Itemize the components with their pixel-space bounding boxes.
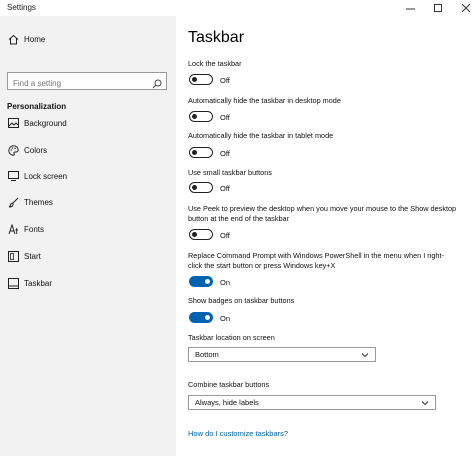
toggle-knob — [192, 184, 197, 190]
toggle-knob — [205, 278, 210, 284]
setting-label: Automatically hide the taskbar in deskto… — [188, 96, 341, 105]
sidebar-item-label: Taskbar — [24, 278, 53, 288]
maximize-icon — [434, 4, 442, 12]
sidebar-item-label: Colors — [24, 145, 48, 155]
sidebar-item-label: Home — [24, 34, 46, 44]
toggle-knob — [192, 231, 197, 237]
toggle-state-text: On — [220, 278, 231, 287]
peek-toggle[interactable] — [189, 229, 213, 240]
chevron-down-icon — [361, 353, 369, 358]
setting-label: Automatically hide the taskbar in tablet… — [188, 131, 334, 140]
font-icon — [6, 222, 20, 236]
toggle-state-text: Off — [220, 231, 230, 240]
setting-label: Use Peek to preview the desktop when you… — [188, 204, 457, 223]
lock-screen-icon — [6, 169, 20, 183]
help-link[interactable]: How do I customize taskbars? — [188, 429, 288, 438]
sidebar-item-colors[interactable]: Colors — [0, 139, 176, 161]
window-title: Settings — [7, 3, 36, 12]
toggle-knob — [192, 76, 197, 82]
toggle-knob — [192, 149, 197, 155]
search-input[interactable] — [8, 75, 148, 92]
setting-label: Combine taskbar buttons — [188, 380, 270, 389]
sidebar-item-themes[interactable]: Themes — [0, 191, 176, 213]
toggle-knob — [192, 113, 197, 119]
powershell-toggle[interactable] — [189, 276, 213, 287]
autohide-tablet-toggle[interactable] — [189, 147, 213, 158]
lock-taskbar-toggle[interactable] — [189, 74, 213, 85]
brush-icon — [6, 195, 20, 209]
setting-label: Taskbar location on screen — [188, 333, 275, 342]
toggle-state-text: Off — [220, 76, 230, 85]
taskbar-location-dropdown[interactable]: Bottom — [188, 347, 376, 362]
autohide-desktop-toggle[interactable] — [189, 111, 213, 122]
page-title: Taskbar — [188, 29, 245, 46]
start-icon — [6, 249, 20, 263]
setting-label: Show badges on taskbar buttons — [188, 296, 295, 305]
small-buttons-toggle[interactable] — [189, 182, 213, 193]
sidebar-item-label: Background — [24, 118, 67, 128]
toggle-state-text: On — [220, 314, 231, 323]
minimize-icon — [405, 8, 415, 9]
setting-label: Replace Command Prompt with Windows Powe… — [188, 251, 444, 270]
sidebar-item-taskbar[interactable]: Taskbar — [0, 272, 176, 294]
sidebar-item-fonts[interactable]: Fonts — [0, 218, 176, 240]
sidebar: Home Personalization Background Colors L… — [0, 16, 176, 456]
section-heading: Personalization — [7, 102, 67, 111]
home-icon — [6, 32, 20, 46]
toggle-knob — [205, 314, 210, 320]
picture-icon — [6, 116, 20, 130]
close-icon — [462, 4, 470, 12]
search-icon[interactable] — [152, 76, 162, 89]
sidebar-item-label: Lock screen — [24, 171, 68, 181]
title-bar: Settings — [0, 0, 474, 16]
palette-icon — [6, 143, 20, 157]
setting-label: Use small taskbar buttons — [188, 168, 272, 177]
setting-label: Lock the taskbar — [188, 59, 242, 68]
toggle-state-text: Off — [220, 149, 230, 158]
dropdown-value: Always, hide labels — [195, 398, 259, 407]
toggle-state-text: Off — [220, 113, 230, 122]
sidebar-item-lock-screen[interactable]: Lock screen — [0, 165, 176, 187]
dropdown-value: Bottom — [195, 350, 219, 359]
sidebar-item-home[interactable]: Home — [0, 28, 176, 50]
toggle-state-text: Off — [220, 184, 230, 193]
sidebar-item-label: Start — [24, 251, 41, 261]
sidebar-item-label: Themes — [24, 197, 53, 207]
taskbar-icon — [6, 276, 20, 290]
combine-buttons-dropdown[interactable]: Always, hide labels — [188, 395, 436, 410]
close-button[interactable] — [451, 0, 474, 16]
sidebar-item-start[interactable]: Start — [0, 245, 176, 267]
sidebar-item-background[interactable]: Background — [0, 112, 176, 134]
badges-toggle[interactable] — [189, 312, 213, 323]
minimize-button[interactable] — [395, 0, 425, 16]
search-box[interactable] — [7, 72, 167, 92]
maximize-button[interactable] — [423, 0, 453, 16]
sidebar-item-label: Fonts — [24, 224, 45, 234]
chevron-down-icon — [421, 401, 429, 406]
main-content: Taskbar Lock the taskbar Off Automatical… — [176, 16, 474, 456]
